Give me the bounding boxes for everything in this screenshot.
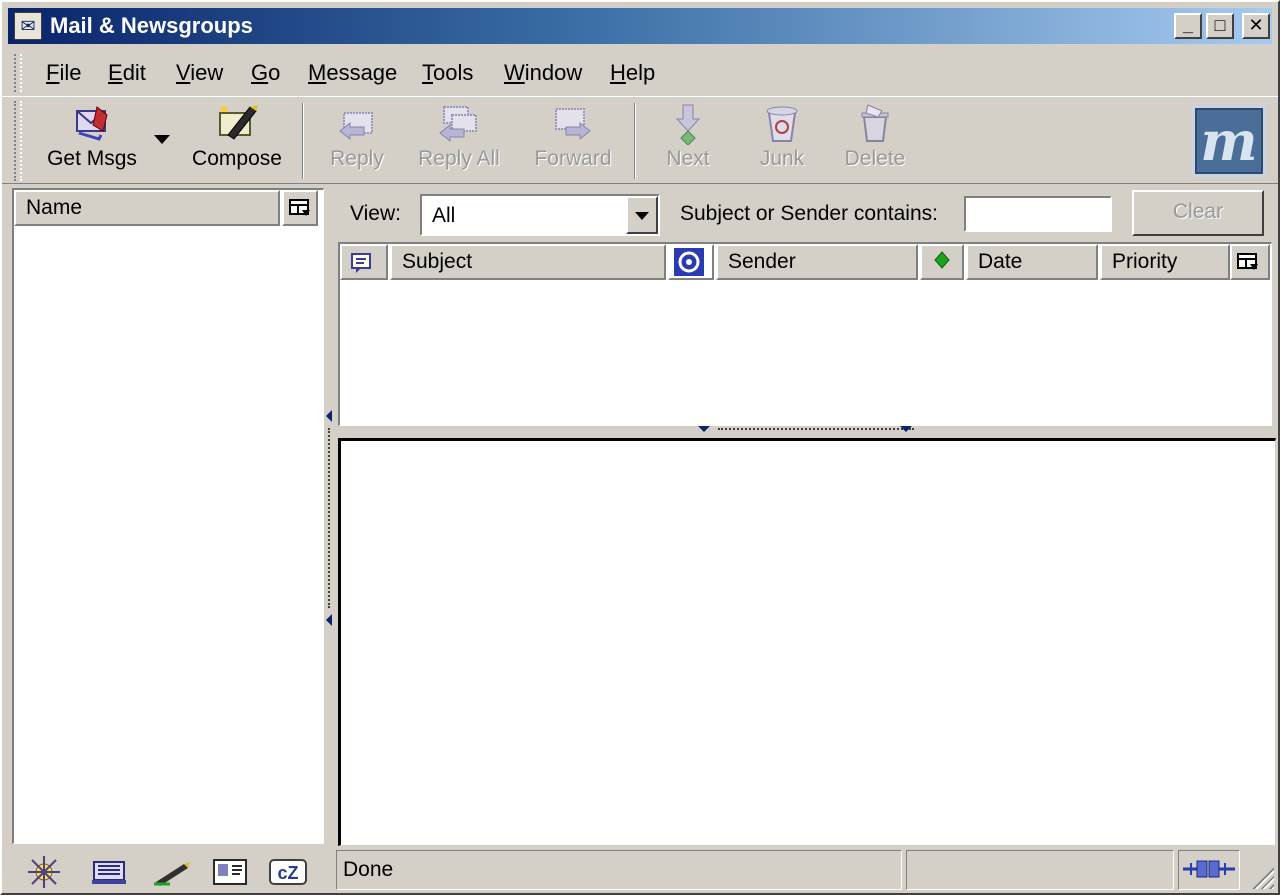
menu-message[interactable]: Message	[308, 60, 397, 86]
clear-label: Clear	[1172, 200, 1224, 223]
forward-label: Forward	[534, 147, 612, 170]
address-book-icon	[213, 859, 247, 885]
junk-status-column-header[interactable]	[668, 244, 714, 280]
read-status-icon	[934, 251, 950, 269]
mail-icon	[92, 861, 126, 884]
navigator-task-button[interactable]	[22, 854, 66, 890]
menu-bar: File Edit View Go Message Tools Window H…	[2, 50, 1278, 94]
toolbar-separator	[634, 103, 636, 179]
reply-all-label: Reply All	[418, 147, 500, 170]
menu-help[interactable]: Help	[610, 60, 655, 86]
reply-button[interactable]: Reply	[320, 101, 394, 181]
clear-button[interactable]: Clear	[1132, 190, 1264, 236]
get-msgs-dropdown-arrow-icon[interactable]	[154, 135, 170, 144]
view-select[interactable]: All	[420, 194, 660, 236]
thread-icon	[351, 253, 371, 273]
junk-button[interactable]: Junk	[750, 101, 814, 181]
collapse-left-arrow-icon[interactable]	[326, 614, 332, 626]
junk-icon	[766, 106, 798, 142]
junk-label: Junk	[759, 147, 805, 170]
reply-all-icon	[439, 106, 477, 143]
close-button[interactable]: ✕	[1242, 13, 1270, 39]
column-picker-icon	[289, 199, 310, 216]
splitter-grip	[328, 428, 332, 608]
message-pane-splitter[interactable]	[338, 426, 1272, 436]
compose-icon	[219, 105, 258, 140]
address-book-task-button[interactable]	[208, 854, 252, 890]
status-text: Done	[336, 850, 902, 890]
title-bar[interactable]: ✉ Mail & Newsgroups _ □ ✕	[8, 8, 1272, 44]
get-msgs-label: Get Msgs	[47, 147, 137, 170]
subject-sender-label: Subject or Sender contains:	[680, 202, 938, 225]
search-bar: View: All Subject or Sender contains: Cl…	[338, 188, 1272, 240]
svg-text:cZ: cZ	[277, 863, 298, 883]
forward-icon	[555, 108, 591, 141]
search-input[interactable]	[964, 196, 1112, 232]
menu-file[interactable]: File	[46, 60, 81, 86]
menubar-grip[interactable]	[14, 54, 22, 92]
thread-column-header[interactable]	[340, 244, 388, 280]
thread-column-picker[interactable]	[1230, 244, 1270, 280]
maximize-button[interactable]: □	[1206, 13, 1234, 39]
main-toolbar: Get Msgs Compose Reply Reply All Forward…	[2, 96, 1278, 184]
folder-pane[interactable]: Name	[12, 188, 324, 844]
minimize-button[interactable]: _	[1174, 13, 1202, 39]
progress-panel	[906, 850, 1174, 890]
app-icon[interactable]: ✉	[14, 12, 42, 40]
subject-column-header[interactable]: Subject	[390, 244, 666, 280]
column-picker-icon	[1237, 253, 1258, 270]
chat-icon: cZ	[269, 859, 307, 885]
toolbar-separator	[302, 103, 304, 179]
next-button[interactable]: Next	[656, 101, 720, 181]
date-column-header[interactable]: Date	[966, 244, 1098, 280]
delete-icon	[861, 104, 889, 142]
compose-button[interactable]: Compose	[188, 101, 286, 181]
composer-icon	[154, 862, 190, 886]
chevron-down-icon[interactable]	[626, 196, 658, 234]
composer-task-button[interactable]	[150, 854, 194, 890]
toolbar-grip[interactable]	[14, 101, 22, 181]
folder-pane-splitter[interactable]	[326, 188, 336, 844]
folder-name-column-header[interactable]: Name	[14, 190, 280, 226]
reply-all-button[interactable]: Reply All	[412, 101, 506, 181]
message-preview-pane[interactable]	[338, 438, 1276, 846]
menu-view[interactable]: View	[176, 60, 223, 86]
chatzilla-task-button[interactable]: cZ	[266, 854, 310, 890]
get-msgs-icon	[76, 106, 108, 141]
throbber-logo[interactable]: m	[1192, 105, 1266, 177]
menu-go[interactable]: Go	[251, 60, 280, 86]
read-status-column-header[interactable]	[920, 244, 964, 280]
resize-grip-icon[interactable]	[1250, 865, 1274, 889]
reply-label: Reply	[330, 147, 384, 170]
splitter-grip	[718, 428, 914, 434]
delete-button[interactable]: Delete	[838, 101, 912, 181]
compose-label: Compose	[192, 147, 282, 170]
main-window: ✉ Mail & Newsgroups _ □ ✕ File Edit View…	[0, 0, 1280, 895]
online-plug-icon	[1183, 860, 1235, 878]
online-status-panel[interactable]	[1178, 850, 1240, 890]
menu-tools[interactable]: Tools	[422, 60, 473, 86]
window-title: Mail & Newsgroups	[50, 13, 253, 38]
folder-column-picker[interactable]	[282, 190, 318, 226]
priority-column-header[interactable]: Priority	[1100, 244, 1230, 280]
collapse-left-arrow-icon[interactable]	[326, 410, 332, 422]
sender-column-header[interactable]: Sender	[716, 244, 918, 280]
menu-window[interactable]: Window	[504, 60, 582, 86]
view-select-value: All	[432, 204, 456, 227]
delete-label: Delete	[844, 147, 906, 170]
junk-status-icon	[674, 248, 704, 276]
forward-button[interactable]: Forward	[526, 101, 620, 181]
collapse-down-arrow-icon[interactable]	[698, 426, 710, 432]
reply-icon	[339, 112, 373, 141]
get-msgs-button[interactable]: Get Msgs	[42, 101, 142, 181]
menu-edit[interactable]: Edit	[108, 60, 146, 86]
collapse-down-arrow-icon[interactable]	[900, 426, 912, 432]
next-label: Next	[666, 147, 710, 170]
navigator-icon	[28, 856, 60, 888]
status-bar: cZ Done	[2, 848, 1278, 893]
next-icon	[675, 104, 701, 145]
view-label: View:	[350, 202, 401, 225]
mail-task-button[interactable]	[88, 854, 132, 890]
thread-pane[interactable]: Subject Sender Date Priority	[338, 242, 1272, 426]
